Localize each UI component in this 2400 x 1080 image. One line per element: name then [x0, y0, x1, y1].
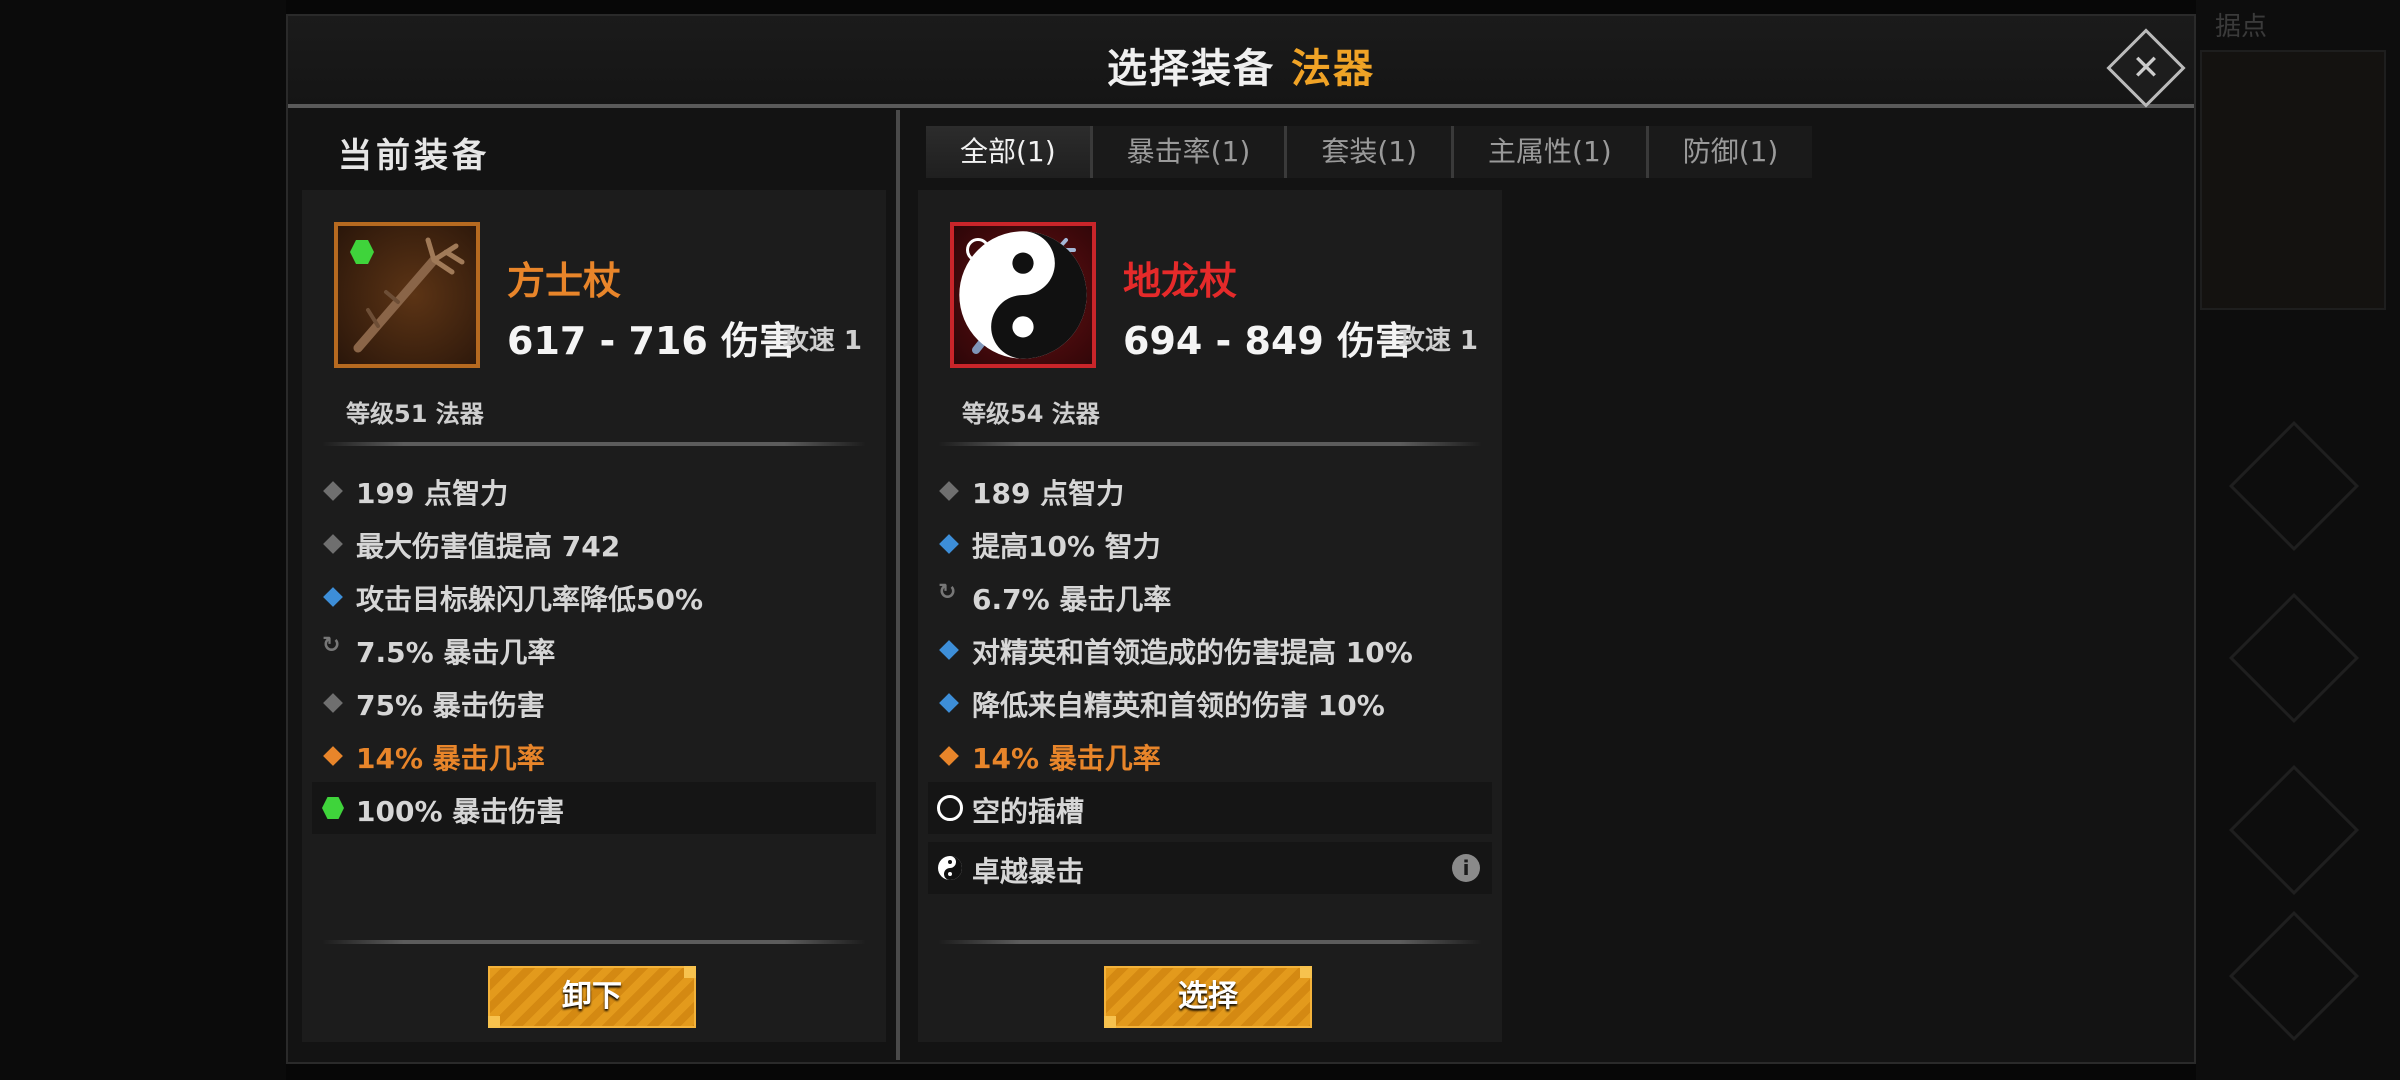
- separator: [938, 442, 1482, 446]
- tab-all[interactable]: 全部(1): [926, 126, 1093, 178]
- column-divider: [896, 110, 900, 1060]
- candidate-item-damage: 694 - 849 伤害: [1123, 319, 1414, 363]
- stat-text: 对精英和首领造成的伤害提高 10%: [972, 636, 1413, 669]
- blue-diamond-icon: [323, 587, 343, 607]
- stat-text: 最大伤害值提高 742: [356, 530, 621, 563]
- current-item-icon[interactable]: [334, 222, 480, 368]
- stat-row: 14% 暴击几率: [312, 729, 876, 781]
- close-icon: ✕: [2131, 48, 2161, 88]
- separator: [322, 442, 866, 446]
- current-item-damage: 617 - 716 伤害: [507, 319, 798, 363]
- grey-diamond-icon: [323, 534, 343, 554]
- stat-text: 6.7% 暴击几率: [972, 583, 1172, 616]
- stronghold-label: 据点: [2215, 12, 2268, 42]
- equipment-select-panel: 选择装备 法器 ✕ 当前装备 全部(1) 暴击率(1) 套装(1) 主属性(1)…: [286, 14, 2196, 1064]
- candidate-item-level: 等级54 法器: [962, 400, 1100, 428]
- current-item-card: 方士杖 617 - 716 伤害 攻速 1 等级51 法器 199 点智力 最大…: [302, 190, 886, 1042]
- refresh-icon: ↻: [938, 580, 957, 605]
- stat-text: 189 点智力: [972, 477, 1125, 510]
- separator: [322, 940, 866, 944]
- panel-title: 选择装备 法器: [288, 36, 2194, 94]
- tab-set[interactable]: 套装(1): [1287, 126, 1455, 178]
- current-item-name: 方士杖: [507, 259, 622, 303]
- tab-defense[interactable]: 防御(1): [1648, 126, 1813, 178]
- stat-row: 199 点智力: [312, 464, 876, 516]
- stat-text: 14% 暴击几率: [972, 742, 1161, 775]
- minimap: [2200, 50, 2386, 310]
- stat-row: 对精英和首领造成的伤害提高 10%: [928, 623, 1492, 675]
- blue-diamond-icon: [939, 534, 959, 554]
- stat-row-empty-socket: 空的插槽: [928, 782, 1492, 834]
- stat-text: 14% 暴击几率: [356, 742, 545, 775]
- stat-text: 卓越暴击: [972, 855, 1085, 888]
- tab-crit-rate[interactable]: 暴击率(1): [1092, 126, 1288, 178]
- title-prefix: 选择装备: [1107, 46, 1276, 92]
- candidate-item-name: 地龙杖: [1123, 259, 1238, 303]
- stat-row: 75% 暴击伤害: [312, 676, 876, 728]
- info-icon[interactable]: i: [1452, 854, 1480, 882]
- background-left: [0, 0, 286, 1080]
- blue-diamond-icon: [939, 640, 959, 660]
- stat-row: 14% 暴击几率: [928, 729, 1492, 781]
- title-accent: 法器: [1290, 46, 1375, 92]
- grey-diamond-icon: [939, 481, 959, 501]
- candidate-item-icon[interactable]: [950, 222, 1096, 368]
- stat-text: 攻击目标躲闪几率降低50%: [356, 583, 704, 616]
- empty-socket-icon: [937, 795, 963, 821]
- stat-row: ↻ 6.7% 暴击几率: [928, 570, 1492, 622]
- candidate-item-card: 地龙杖 694 - 849 伤害 攻速 1 等级54 法器 189 点智力 提高…: [918, 190, 1502, 1042]
- current-equipment-title: 当前装备: [338, 136, 490, 176]
- orange-diamond-icon: [939, 746, 959, 766]
- current-item-level: 等级51 法器: [346, 400, 484, 428]
- title-bar: 选择装备 法器 ✕: [288, 16, 2194, 108]
- stat-row: 最大伤害值提高 742: [312, 517, 876, 569]
- current-item-attack-speed: 攻速 1: [782, 326, 862, 356]
- refresh-icon: ↻: [322, 633, 341, 658]
- yin-yang-icon: [938, 856, 962, 880]
- separator: [938, 940, 1482, 944]
- blue-diamond-icon: [939, 693, 959, 713]
- stat-row: ↻ 7.5% 暴击几率: [312, 623, 876, 675]
- stat-row: 提高10% 智力: [928, 517, 1492, 569]
- stat-text: 空的插槽: [972, 795, 1085, 828]
- green-gem-icon: [322, 797, 344, 819]
- stat-text: 7.5% 暴击几率: [356, 636, 556, 669]
- stat-row: 降低来自精英和首领的伤害 10%: [928, 676, 1492, 728]
- select-button[interactable]: 选择: [1104, 966, 1312, 1028]
- stat-text: 75% 暴击伤害: [356, 689, 545, 722]
- stat-text: 100% 暴击伤害: [356, 795, 565, 828]
- candidate-item-attack-speed: 攻速 1: [1398, 326, 1478, 356]
- tab-main-stat[interactable]: 主属性(1): [1454, 126, 1649, 178]
- unequip-button[interactable]: 卸下: [488, 966, 696, 1028]
- grey-diamond-icon: [323, 693, 343, 713]
- stat-row: 攻击目标躲闪几率降低50%: [312, 570, 876, 622]
- orange-diamond-icon: [323, 746, 343, 766]
- yin-yang-icon: [959, 231, 1087, 359]
- stat-row-gem: 100% 暴击伤害: [312, 782, 876, 834]
- grey-diamond-icon: [323, 481, 343, 501]
- stat-row: 189 点智力: [928, 464, 1492, 516]
- stat-text: 199 点智力: [356, 477, 509, 510]
- stat-row-legendary: 卓越暴击 i: [928, 842, 1492, 894]
- stat-text: 降低来自精英和首领的伤害 10%: [972, 689, 1385, 722]
- filter-tabs: 全部(1) 暴击率(1) 套装(1) 主属性(1) 防御(1): [926, 126, 1813, 182]
- stat-text: 提高10% 智力: [972, 530, 1161, 563]
